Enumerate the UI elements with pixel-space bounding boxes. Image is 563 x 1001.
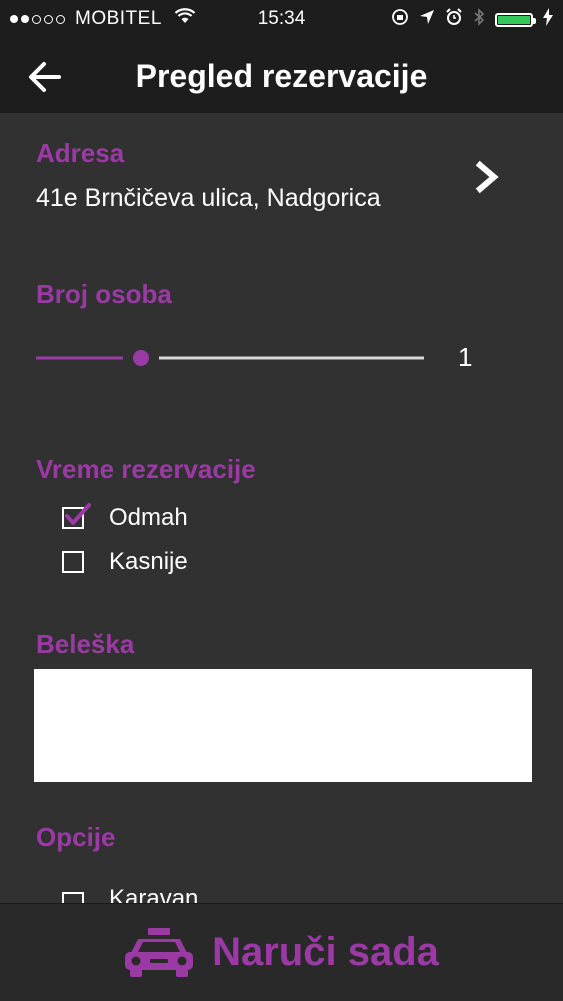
option-later-label: Kasnije [109, 548, 188, 575]
slider-thumb [133, 350, 149, 366]
lock-rotation-icon [391, 8, 409, 32]
option-later[interactable]: Kasnije [62, 548, 188, 576]
option-station-wagon-label: Karavan [109, 888, 199, 903]
status-bar: MOBITEL 15:34 [0, 0, 563, 40]
persons-label: Broj osoba [36, 279, 172, 309]
option-now[interactable]: Odmah [62, 503, 188, 532]
persons-value: 1 [458, 342, 473, 372]
bluetooth-icon [473, 8, 485, 32]
location-icon [419, 9, 435, 31]
checkbox-later[interactable] [62, 551, 84, 573]
option-station-wagon[interactable]: Karavan [62, 888, 198, 903]
checkbox-now[interactable] [62, 503, 91, 529]
reservation-time-label: Vreme rezervacije [36, 454, 256, 484]
address-label: Adresa [36, 138, 125, 168]
battery-icon [495, 13, 536, 27]
alarm-icon [445, 8, 463, 32]
order-now-button[interactable]: Naruči sada [0, 903, 563, 1001]
status-right [391, 8, 553, 32]
note-input[interactable] [34, 669, 532, 782]
options-label: Opcije [36, 822, 116, 852]
address-value[interactable]: 41e Brnčičeva ulica, Nadgorica [36, 184, 381, 213]
order-now-label: Naruči sada [212, 930, 439, 974]
checkbox-station-wagon[interactable] [62, 892, 84, 903]
note-label: Beleška [36, 629, 135, 659]
taxi-icon [125, 927, 194, 977]
nav-bar: Pregled rezervacije [0, 40, 563, 113]
persons-slider[interactable] [36, 343, 426, 373]
charging-icon [543, 8, 553, 32]
checkmark-icon [65, 503, 91, 525]
option-now-label: Odmah [109, 504, 188, 531]
address-chevron-button[interactable] [470, 158, 504, 196]
chevron-right-icon [475, 160, 499, 194]
page-title: Pregled rezervacije [135, 58, 428, 94]
